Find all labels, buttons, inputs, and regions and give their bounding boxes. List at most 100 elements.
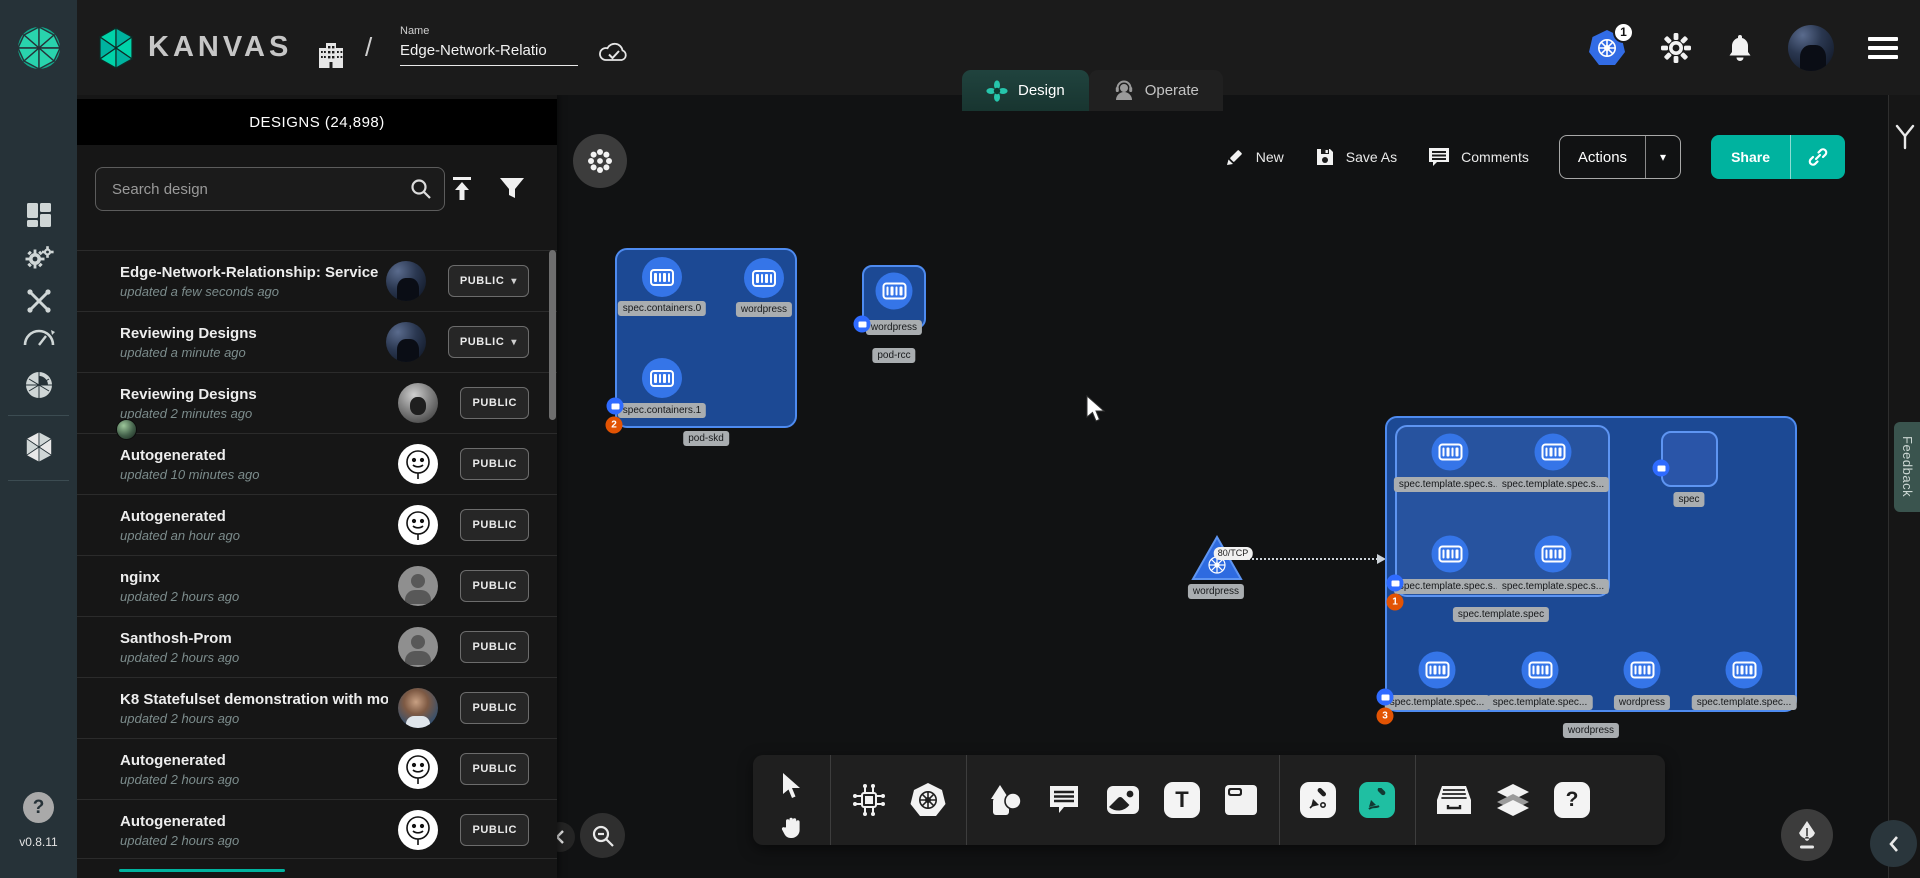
pen-tool[interactable] [1297, 779, 1339, 821]
pan-tool[interactable] [771, 807, 813, 849]
image-tool[interactable] [1102, 779, 1144, 821]
warning-count-badge[interactable]: 2 [606, 417, 623, 434]
design-list-item[interactable]: K8 Statefulset demonstration with moupda… [77, 677, 557, 738]
comments-button[interactable]: Comments [1427, 146, 1529, 168]
design-author-avatar [386, 322, 426, 362]
nav-configuration[interactable] [0, 286, 77, 316]
filter-icon[interactable] [497, 173, 527, 203]
design-list-item[interactable]: Autogeneratedupdated 2 hours ago PUBLIC [77, 799, 557, 860]
feedback-tab[interactable]: Feedback [1894, 422, 1920, 512]
node-template-container-3[interactable] [1535, 536, 1572, 573]
notifications-bell-icon[interactable] [1726, 33, 1754, 63]
visibility-badge[interactable]: PUBLIC▾ [448, 265, 529, 297]
visibility-badge[interactable]: PUBLIC [460, 509, 529, 541]
versions-merge-icon[interactable] [1893, 123, 1917, 151]
design-list-item[interactable]: Edge-Network-Relationship: Serviceupdate… [77, 250, 557, 311]
scale-badge-icon[interactable] [854, 316, 871, 333]
search-icon[interactable] [410, 178, 432, 200]
node-spec[interactable] [1661, 431, 1718, 487]
design-list-item[interactable]: nginxupdated 2 hours ago PUBLIC [77, 555, 557, 616]
zoom-control-button[interactable] [580, 813, 625, 858]
text-tool[interactable]: T [1161, 779, 1203, 821]
node-template-container-2[interactable] [1432, 536, 1469, 573]
actions-dropdown-button[interactable]: ▾ [1645, 136, 1680, 178]
visibility-badge[interactable]: PUBLIC [460, 753, 529, 785]
node-bottom-container-1[interactable] [1522, 652, 1559, 689]
design-list-item[interactable]: Santhosh-Promupdated 2 hours ago PUBLIC [77, 616, 557, 677]
panel-dock-toggle-button[interactable] [573, 134, 627, 188]
visibility-badge[interactable]: PUBLIC [460, 570, 529, 602]
node-bottom-container-2[interactable] [1624, 652, 1661, 689]
nav-extensions[interactable] [0, 369, 77, 401]
nav-dashboard[interactable] [0, 201, 77, 229]
visibility-badge[interactable]: PUBLIC [460, 387, 529, 419]
design-name-input[interactable] [400, 40, 578, 66]
help-tool[interactable]: ? [1551, 779, 1593, 821]
node-bottom-container-3[interactable] [1726, 652, 1763, 689]
visibility-badge[interactable]: PUBLIC [460, 631, 529, 663]
kubernetes-context-button[interactable]: 1 [1588, 29, 1626, 67]
save-as-button[interactable]: Save As [1314, 146, 1397, 168]
components-tool[interactable] [848, 779, 890, 821]
node-container-1[interactable] [744, 258, 784, 298]
new-design-button[interactable]: New [1224, 146, 1284, 168]
copy-link-button[interactable] [1790, 135, 1845, 179]
note-tool[interactable] [1220, 779, 1262, 821]
shapes-tool[interactable] [984, 779, 1026, 821]
meshery-logo[interactable] [0, 0, 77, 95]
layers-tool[interactable] [1492, 779, 1534, 821]
freehand-draw-tool[interactable] [1356, 779, 1398, 821]
design-list-item[interactable]: Autogeneratedupdated 10 minutes ago PUBL… [77, 433, 557, 494]
design-title: Autogenerated [120, 508, 388, 525]
import-design-icon[interactable] [447, 173, 477, 205]
tab-design[interactable]: Design [962, 70, 1089, 111]
nav-kanvas[interactable] [0, 431, 77, 463]
drawer-tool[interactable] [1433, 779, 1475, 821]
node-bottom-container-0[interactable] [1419, 652, 1456, 689]
tab-operate[interactable]: Operate [1089, 70, 1223, 111]
node-template-container-0[interactable] [1432, 434, 1469, 471]
design-search-input[interactable] [96, 181, 410, 198]
node-container-2[interactable] [642, 358, 682, 398]
share-button[interactable]: Share [1711, 135, 1790, 179]
design-list-item[interactable]: Autogeneratedupdated an hour ago PUBLIC [77, 494, 557, 555]
designs-list-scrollbar[interactable] [549, 250, 556, 420]
scale-badge-icon[interactable] [1387, 575, 1404, 592]
design-author-avatar [386, 261, 426, 301]
node-container[interactable] [876, 273, 913, 310]
actions-button[interactable]: Actions [1560, 136, 1645, 178]
kanvas-brand[interactable]: KANVAS [96, 0, 292, 95]
visibility-badge[interactable]: PUBLIC [460, 692, 529, 724]
designs-panel-title: DESIGNS (24,898) [77, 99, 557, 145]
scale-badge-icon[interactable] [1377, 689, 1394, 706]
cloud-sync-icon[interactable] [598, 40, 630, 66]
collapse-right-panel-button[interactable] [1870, 820, 1917, 867]
settings-gear-icon[interactable] [1660, 32, 1692, 64]
visibility-badge[interactable]: PUBLIC▾ [448, 326, 529, 358]
select-tool[interactable] [771, 765, 813, 807]
node-container-0[interactable] [642, 257, 682, 297]
node-pod-template-group[interactable] [1395, 425, 1610, 597]
user-avatar[interactable] [1788, 25, 1834, 71]
scale-badge-icon[interactable] [607, 398, 624, 415]
design-name-field: Name [400, 25, 580, 66]
warning-count-badge[interactable]: 3 [1377, 708, 1394, 725]
design-canvas[interactable]: New Save As Comments Actions ▾ Share [557, 95, 1888, 878]
scale-badge-icon[interactable] [1653, 460, 1670, 477]
comment-tool[interactable] [1043, 779, 1085, 821]
help-button[interactable]: ? [23, 792, 54, 823]
warning-count-badge[interactable]: 1 [1387, 594, 1404, 611]
design-list-item[interactable]: Autogeneratedupdated 2 hours ago PUBLIC [77, 738, 557, 799]
design-list-item[interactable]: Reviewing Designsupdated a minute ago PU… [77, 311, 557, 372]
nav-lifecycle[interactable] [0, 243, 77, 273]
kubernetes-tool[interactable] [907, 779, 949, 821]
design-list-item[interactable]: Reviewing Designsupdated 2 minutes ago P… [77, 372, 557, 433]
organization-icon[interactable] [316, 40, 346, 70]
visibility-badge[interactable]: PUBLIC [460, 448, 529, 480]
visibility-badge[interactable]: PUBLIC [460, 814, 529, 846]
nav-performance[interactable] [0, 327, 77, 349]
menu-hamburger-icon[interactable] [1868, 37, 1898, 59]
edge-service-to-deployment[interactable] [1241, 558, 1381, 560]
node-template-container-1[interactable] [1535, 434, 1572, 471]
annotate-pen-button[interactable] [1781, 809, 1833, 861]
